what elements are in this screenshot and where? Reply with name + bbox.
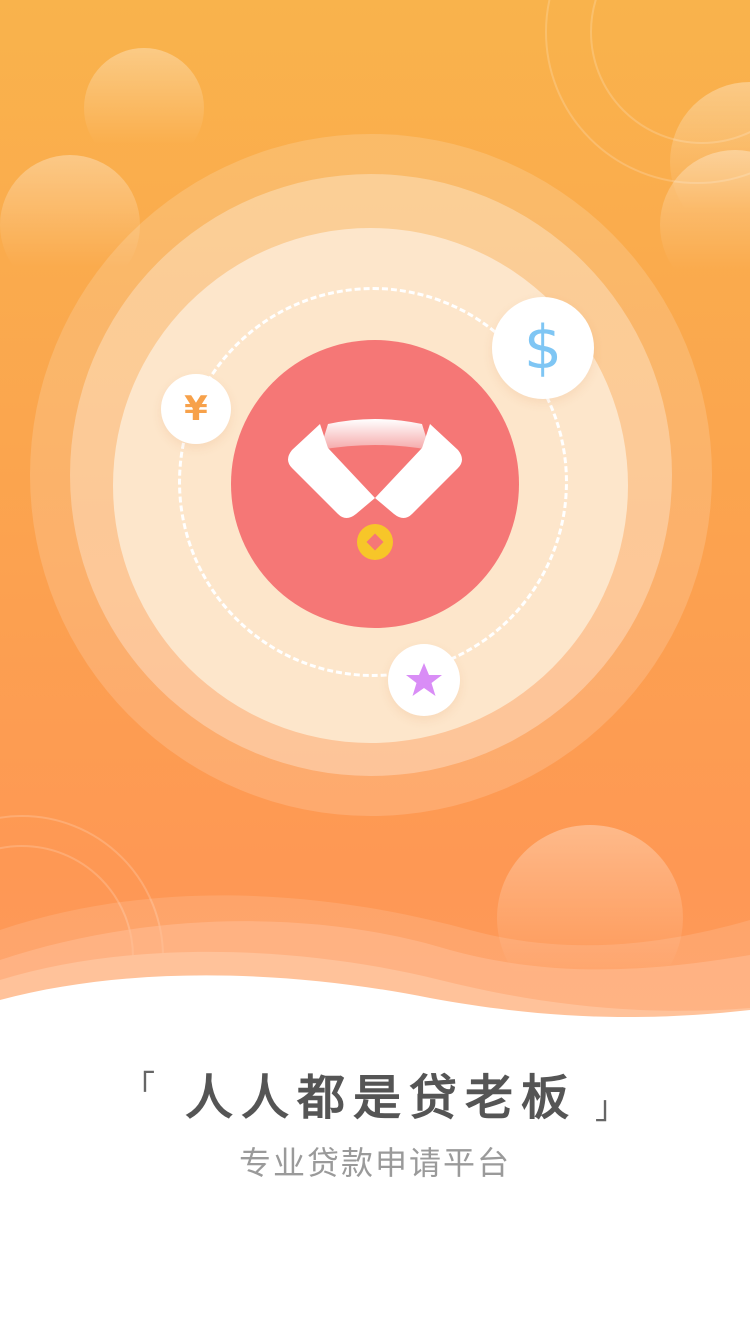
star-badge xyxy=(388,644,460,716)
coin-icon xyxy=(357,524,393,560)
hero-background: ¥ $ xyxy=(0,0,750,1099)
yen-icon: ¥ xyxy=(184,389,208,429)
wave-divider xyxy=(0,895,750,1050)
dollar-badge: $ xyxy=(492,297,594,399)
yen-badge: ¥ xyxy=(161,374,231,444)
slogan-open-bracket: 「 xyxy=(122,1068,155,1106)
star-icon xyxy=(406,663,442,696)
decor-bubble xyxy=(84,48,204,168)
slogan: 「 人人都是贷老板 」 xyxy=(0,1058,750,1128)
splash-screen: ¥ $ 「 人人都是贷老板 」 专业贷款申请平台 xyxy=(0,0,750,1334)
slogan-text: 人人都是贷老板 xyxy=(184,1070,577,1126)
dollar-icon: $ xyxy=(523,313,563,383)
slogan-close-bracket: 」 xyxy=(595,1088,628,1126)
subtitle: 专业贷款申请平台 xyxy=(238,1144,511,1182)
